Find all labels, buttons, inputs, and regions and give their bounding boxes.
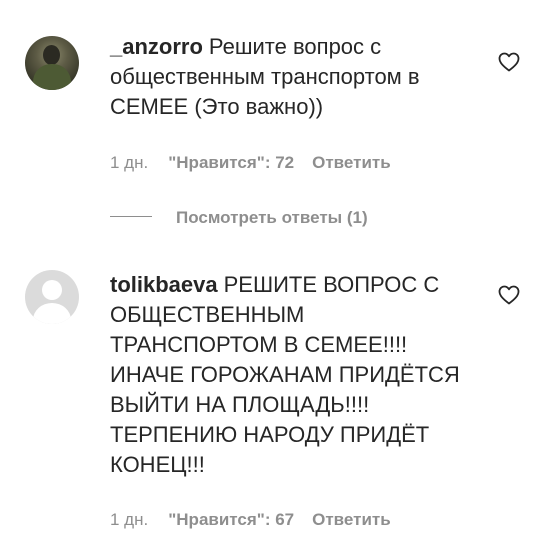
view-replies-label: Посмотреть ответы (1) (176, 208, 368, 227)
comment-body: РЕШИТЕ ВОПРОС С ОБЩЕСТВЕННЫМ ТРАНСПОРТОМ… (110, 272, 460, 477)
avatar-head (42, 280, 62, 300)
comment-text: _anzorro Решите вопрос с общественным тра… (110, 32, 475, 122)
view-replies-button[interactable]: Посмотреть ответы (1) (110, 208, 368, 228)
comment-username[interactable]: tolikbaeva (110, 272, 218, 297)
reply-button[interactable]: Ответить (312, 153, 391, 173)
heart-icon[interactable] (497, 50, 521, 74)
reply-button[interactable]: Ответить (312, 510, 391, 530)
comment-text: tolikbaeva РЕШИТЕ ВОПРОС С ОБЩЕСТВЕННЫМ Т… (110, 270, 475, 480)
replies-divider (110, 216, 152, 218)
comment-likes[interactable]: "Нравится": 67 (168, 510, 294, 530)
avatar-head (43, 45, 60, 65)
comment-time[interactable]: 1 дн. (110, 510, 148, 530)
heart-icon[interactable] (497, 283, 521, 307)
comment-meta: 1 дн. "Нравится": 67 Ответить (110, 510, 391, 530)
avatar-torso (33, 303, 71, 324)
comment-time[interactable]: 1 дн. (110, 153, 148, 173)
avatar[interactable] (25, 36, 79, 90)
avatar[interactable] (25, 270, 79, 324)
comment-meta: 1 дн. "Нравится": 72 Ответить (110, 153, 391, 173)
comment-username[interactable]: _anzorro (110, 34, 203, 59)
comment-likes[interactable]: "Нравится": 72 (168, 153, 294, 173)
avatar-torso (33, 64, 71, 90)
